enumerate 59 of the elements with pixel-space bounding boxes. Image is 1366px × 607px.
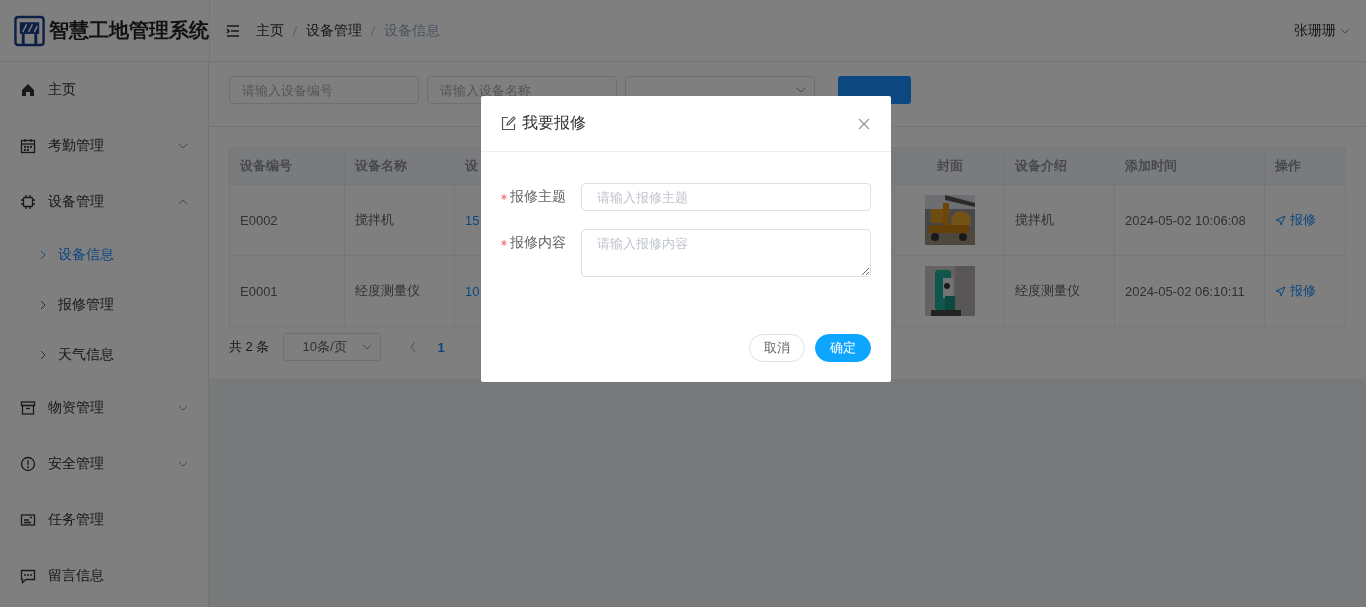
chevron-right-icon (40, 350, 46, 360)
task-icon (20, 512, 36, 528)
sidebar-item[interactable]: 留言信息 (0, 548, 208, 604)
archive-icon (20, 400, 36, 416)
chevron-up-icon (178, 199, 188, 205)
sidebar-item[interactable]: 设备管理 (0, 174, 208, 230)
breadcrumb-link[interactable]: 设备管理 (306, 21, 362, 40)
chevron-down-icon (178, 405, 188, 411)
calendar-icon (20, 138, 36, 154)
table-cell: 经度测量仪 (1004, 255, 1115, 327)
dialog-title: 我要报修 (522, 113, 587, 133)
app-title: 智慧工地管理系统 (49, 18, 209, 43)
chevron-down-icon (178, 143, 188, 149)
sidebar-subitem[interactable]: 设备信息 (0, 230, 208, 280)
separator-icon (370, 24, 376, 37)
page-number[interactable]: 1 (431, 339, 451, 355)
table-cell: 搅拌机 (344, 184, 455, 256)
chevron-right-icon (40, 250, 46, 260)
edit-icon (501, 116, 516, 131)
chevron-down-icon (178, 461, 188, 467)
send-icon (1275, 214, 1286, 226)
repair-link[interactable]: 报修 (1275, 282, 1316, 300)
chevron-right-icon (40, 300, 46, 310)
home-icon (20, 82, 36, 98)
message-icon (20, 568, 36, 584)
table-cell: 2024-05-02 10:06:08 (1114, 184, 1265, 256)
separator-icon (292, 24, 298, 37)
chevron-down-icon (1340, 27, 1350, 34)
send-icon (1275, 285, 1286, 297)
table-cell: 经度测量仪 (344, 255, 455, 327)
table-cell: 2024-05-02 06:10:11 (1114, 255, 1265, 327)
sidebar-item[interactable]: 考勤管理 (0, 118, 208, 174)
total-count: 共 2 条 (229, 338, 270, 356)
menu-icon[interactable] (226, 24, 240, 37)
page-size-select[interactable]: 10条/页 (283, 333, 382, 361)
chip-icon (20, 194, 36, 210)
close-icon[interactable] (857, 116, 871, 131)
logo-icon (14, 14, 45, 47)
sidebar-item[interactable]: 安全管理 (0, 436, 208, 492)
field-label: 报修内容 (510, 234, 566, 252)
sidebar-item[interactable]: 任务管理 (0, 492, 208, 548)
user-menu[interactable]: 张珊珊 (1294, 21, 1350, 40)
table-cell: 搅拌机 (1004, 184, 1115, 256)
confirm-button[interactable]: 确定 (815, 334, 871, 362)
table-cell: E0001 (229, 255, 345, 327)
chevron-down-icon (796, 87, 806, 93)
content-field[interactable]: 请输入报修内容 (581, 229, 871, 277)
subject-field[interactable]: 请输入报修主题 (581, 183, 871, 211)
alert-icon (20, 456, 36, 472)
sidebar-subitem[interactable]: 天气信息 (0, 330, 208, 380)
sidebar-item[interactable]: 物资管理 (0, 380, 208, 436)
breadcrumb-link[interactable]: 主页 (256, 21, 284, 40)
table-cell: E0002 (229, 184, 345, 256)
repair-link[interactable]: 报修 (1275, 211, 1316, 229)
chevron-down-icon (362, 344, 373, 350)
cancel-button[interactable]: 取消 (749, 334, 805, 362)
sidebar-subitem[interactable]: 报修管理 (0, 280, 208, 330)
sidebar-item[interactable]: 主页 (0, 62, 208, 118)
field-label: 报修主题 (510, 188, 566, 206)
